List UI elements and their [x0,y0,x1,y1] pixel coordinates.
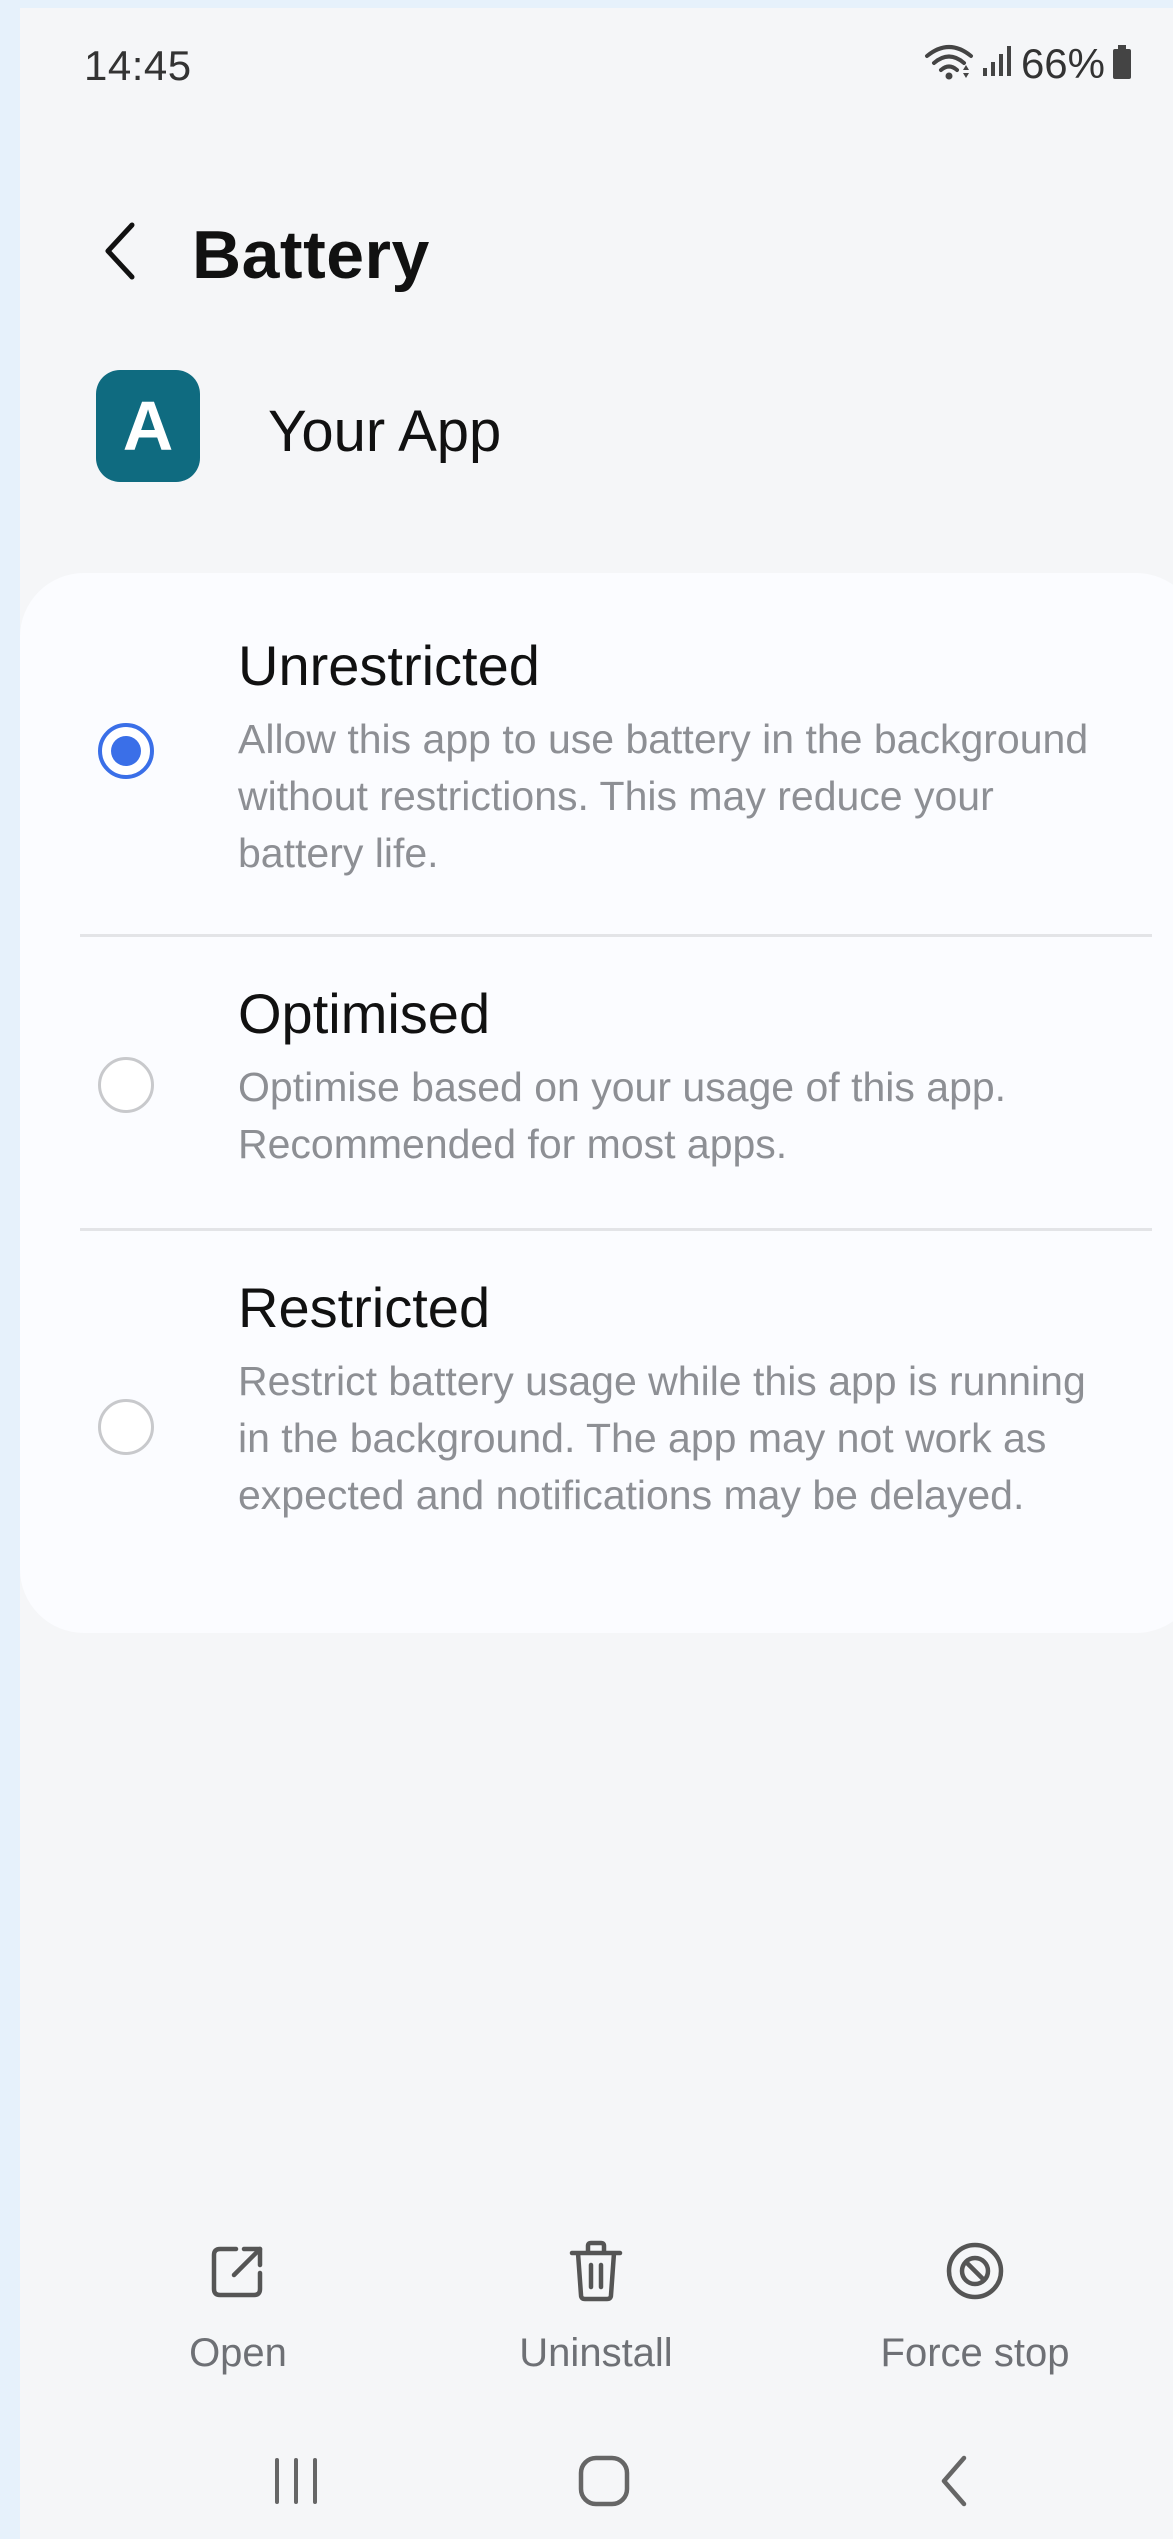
force-stop-label: Force stop [880,2331,1070,2375]
home-icon [577,2454,631,2513]
recents-icon [269,2456,323,2511]
battery-icon [1111,43,1133,86]
signal-icon [981,44,1015,85]
radio-unrestricted[interactable] [98,723,154,779]
radio-optimised[interactable] [98,1057,154,1113]
app-name: Your App [268,399,502,464]
app-icon-letter: A [122,387,174,465]
open-button[interactable]: Open [108,2233,368,2376]
battery-options-card: Unrestricted Allow this app to use batte… [20,573,1173,1633]
app-icon: A [96,370,200,482]
battery-percent: 66% [1020,40,1105,87]
option-title: Unrestricted [238,634,540,697]
back-arrow-icon [100,219,140,288]
open-external-icon [208,2241,268,2306]
status-time: 14:45 [84,42,192,89]
option-unrestricted[interactable]: Unrestricted Allow this app to use batte… [20,573,1173,933]
trash-icon [568,2239,624,2308]
app-bar: Battery [20,188,1173,318]
open-label: Open [189,2331,287,2375]
back-icon [936,2452,972,2515]
status-bar: 14:45 66% [20,8,1173,128]
navigation-bar [20,2428,1173,2538]
back-button[interactable] [80,213,160,293]
uninstall-button[interactable]: Uninstall [466,2233,726,2376]
recents-button[interactable] [226,2428,366,2538]
page-title: Battery [192,217,430,293]
option-description: Allow this app to use battery in the bac… [238,716,1089,876]
status-icons: 66% [923,40,1133,88]
radio-restricted[interactable] [98,1399,154,1455]
stop-icon [944,2240,1006,2307]
force-stop-button[interactable]: Force stop [845,2233,1105,2376]
wifi-icon [923,42,975,87]
option-restricted[interactable]: Restricted Restrict battery usage while … [20,1231,1173,1631]
option-description: Restrict battery usage while this app is… [238,1358,1086,1518]
battery-settings-screen: 14:45 66% Battery A Your App Unrestricte… [20,8,1173,2539]
uninstall-label: Uninstall [519,2331,673,2375]
nav-back-button[interactable] [884,2428,1024,2538]
app-info-row: A Your App [20,368,1173,488]
home-button[interactable] [534,2428,674,2538]
option-description: Optimise based on your usage of this app… [238,1064,1007,1167]
option-title: Optimised [238,982,491,1045]
bottom-action-bar: Open Uninstall Force stop [20,2233,1173,2393]
option-optimised[interactable]: Optimised Optimise based on your usage o… [20,937,1173,1225]
option-title: Restricted [238,1276,491,1339]
